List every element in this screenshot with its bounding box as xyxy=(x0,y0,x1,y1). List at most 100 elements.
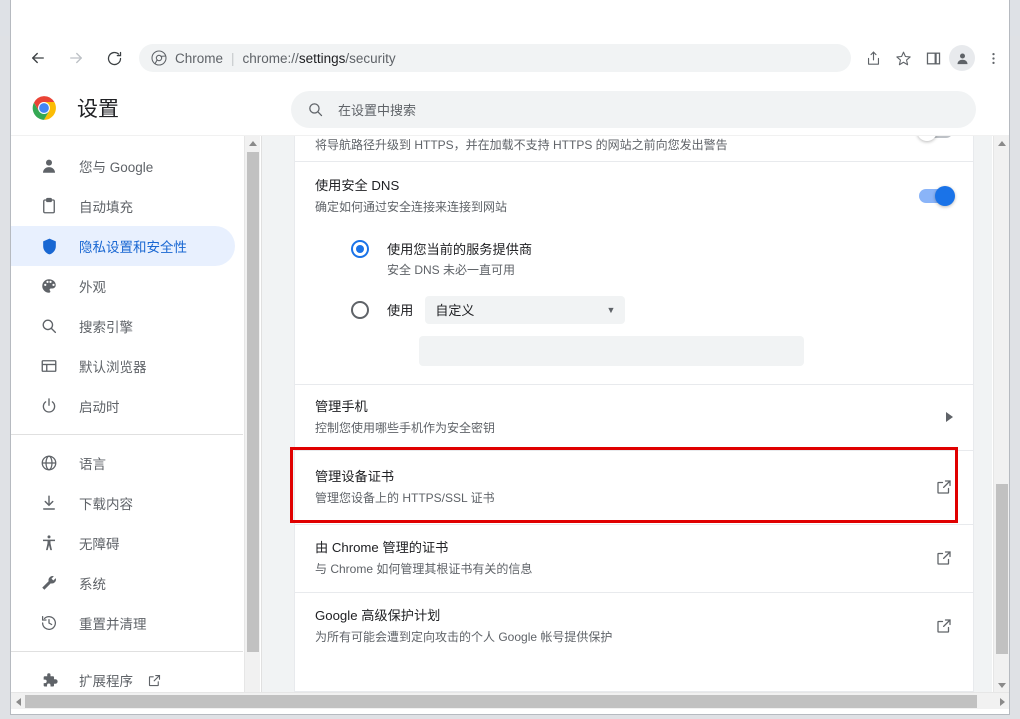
globe-icon xyxy=(39,453,59,473)
download-icon xyxy=(39,493,59,513)
row-text: Google 高级保护计划 为所有可能会遭到定向攻击的个人 Google 帐号提… xyxy=(315,606,919,647)
radio-current-provider[interactable] xyxy=(351,240,369,258)
external-link-icon xyxy=(147,673,162,688)
radio-custom-provider[interactable] xyxy=(351,301,369,319)
page-title: 设置 xyxy=(77,93,119,123)
browser-toolbar: Chrome | chrome://settings/security xyxy=(11,36,1009,80)
sidebar-item-search-engine[interactable]: 搜索引擎 xyxy=(11,306,235,346)
settings-row-manage-device-certificates[interactable]: 管理设备证书 管理您设备上的 HTTPS/SSL 证书 xyxy=(295,451,973,525)
settings-row-manage-phones[interactable]: 管理手机 控制您使用哪些手机作为安全密钥 xyxy=(295,385,973,451)
row-title: 管理手机 xyxy=(315,397,930,417)
url-scheme: chrome:// xyxy=(243,51,299,66)
secure-dns-toggle[interactable] xyxy=(919,189,953,203)
omnibox-divider: | xyxy=(231,51,235,66)
sidebar-item-label: 扩展程序 xyxy=(79,670,133,690)
wrench-icon xyxy=(39,573,59,593)
power-icon xyxy=(39,396,59,416)
row-control xyxy=(919,136,953,138)
person-icon xyxy=(39,156,59,176)
dns-option-current-provider[interactable]: 使用您当前的服务提供商 安全 DNS 未必一直可用 xyxy=(351,229,953,278)
sidebar-item-label: 启动时 xyxy=(79,396,120,416)
scroll-up-arrow-icon[interactable] xyxy=(245,136,261,150)
sidebar-item-label: 无障碍 xyxy=(79,533,120,553)
row-subtitle: 与 Chrome 如何管理其根证书有关的信息 xyxy=(315,560,919,579)
sidebar-item-appearance[interactable]: 外观 xyxy=(11,266,235,306)
row-subtitle: 确定如何通过安全连接来连接到网站 xyxy=(315,198,903,217)
external-link-icon[interactable] xyxy=(935,478,953,496)
row-subtitle: 管理您设备上的 HTTPS/SSL 证书 xyxy=(315,489,919,508)
chrome-logo-icon xyxy=(31,95,57,121)
settings-row-advanced-protection[interactable]: Google 高级保护计划 为所有可能会遭到定向攻击的个人 Google 帐号提… xyxy=(295,593,973,660)
profile-avatar-icon[interactable] xyxy=(949,45,975,71)
more-menu-icon[interactable] xyxy=(979,44,1007,72)
row-title: 管理设备证书 xyxy=(315,467,919,487)
sidebar-item-label: 隐私设置和安全性 xyxy=(79,236,187,256)
sidebar-scrollbar-thumb[interactable] xyxy=(247,152,259,652)
row-text: 管理手机 控制您使用哪些手机作为安全密钥 xyxy=(315,397,930,438)
chevron-right-icon[interactable] xyxy=(946,412,953,422)
search-input[interactable]: 在设置中搜索 xyxy=(291,91,976,128)
sidebar-item-autofill[interactable]: 自动填充 xyxy=(11,186,235,226)
row-text: 由 Chrome 管理的证书 与 Chrome 如何管理其根证书有关的信息 xyxy=(315,538,919,579)
main-scrollbar[interactable] xyxy=(993,136,1009,692)
https-upgrade-toggle[interactable] xyxy=(919,136,953,138)
sidebar-item-accessibility[interactable]: 无障碍 xyxy=(11,523,235,563)
reload-icon[interactable] xyxy=(99,43,129,73)
dns-custom-input[interactable] xyxy=(419,336,804,366)
horizontal-scrollbar-thumb[interactable] xyxy=(25,695,977,708)
sidebar-item-system[interactable]: 系统 xyxy=(11,563,235,603)
row-title: Google 高级保护计划 xyxy=(315,606,919,626)
sidebar-item-label: 语言 xyxy=(79,453,106,473)
horizontal-scrollbar[interactable] xyxy=(11,692,1009,709)
sidebar-item-label: 自动填充 xyxy=(79,196,133,216)
settings-sidebar: 您与 Google 自动填充 隐私设置和安全性 xyxy=(11,136,243,692)
sidebar-item-languages[interactable]: 语言 xyxy=(11,443,235,483)
sidebar-item-label: 外观 xyxy=(79,276,106,296)
settings-row-secure-dns[interactable]: 使用安全 DNS 确定如何通过安全连接来连接到网站 xyxy=(295,162,973,229)
side-panel-icon[interactable] xyxy=(919,44,947,72)
sidebar-item-you-and-google[interactable]: 您与 Google xyxy=(11,146,235,186)
main-scrollbar-thumb[interactable] xyxy=(996,484,1008,654)
row-control xyxy=(919,189,953,203)
settings-row-chrome-managed-certificates[interactable]: 由 Chrome 管理的证书 与 Chrome 如何管理其根证书有关的信息 xyxy=(295,525,973,593)
sidebar-item-extensions[interactable]: 扩展程序 xyxy=(11,660,235,692)
settings-header: 设置 在设置中搜索 xyxy=(11,80,1009,136)
browser-window: 设置 - 安全 xyxy=(0,0,1020,719)
dns-custom-label: 使用 xyxy=(387,300,413,319)
scroll-left-arrow-icon[interactable] xyxy=(11,693,25,710)
browser-window-icon xyxy=(39,356,59,376)
dns-provider-select[interactable]: 自定义 ▼ xyxy=(425,296,625,324)
scroll-down-arrow-icon[interactable] xyxy=(994,678,1009,692)
forward-arrow-icon[interactable] xyxy=(61,43,91,73)
site-label: Chrome xyxy=(175,51,223,66)
row-text: 将导航路径升级到 HTTPS，并在加载不支持 HTTPS 的网站之前向您发出警告 xyxy=(315,136,903,155)
accessibility-icon xyxy=(39,533,59,553)
bookmark-star-icon[interactable] xyxy=(889,44,917,72)
external-link-icon[interactable] xyxy=(935,617,953,635)
row-subtitle: 控制您使用哪些手机作为安全密钥 xyxy=(315,419,930,438)
sidebar-item-default-browser[interactable]: 默认浏览器 xyxy=(11,346,235,386)
sidebar-item-reset-and-cleanup[interactable]: 重置并清理 xyxy=(11,603,235,643)
share-icon[interactable] xyxy=(859,44,887,72)
secure-dns-options: 使用您当前的服务提供商 安全 DNS 未必一直可用 使用 自定义 ▼ xyxy=(295,229,973,384)
sidebar-item-label: 系统 xyxy=(79,573,106,593)
chevron-down-icon: ▼ xyxy=(606,305,615,315)
scroll-right-arrow-icon[interactable] xyxy=(995,693,1009,710)
external-link-icon[interactable] xyxy=(935,549,953,567)
back-arrow-icon[interactable] xyxy=(23,43,53,73)
sidebar-item-label: 重置并清理 xyxy=(79,613,147,633)
dns-option-custom[interactable]: 使用 自定义 ▼ xyxy=(351,278,953,324)
sidebar-item-downloads[interactable]: 下载内容 xyxy=(11,483,235,523)
sidebar-scrollbar[interactable] xyxy=(244,136,260,692)
sidebar-item-label: 搜索引擎 xyxy=(79,316,133,336)
row-title: 由 Chrome 管理的证书 xyxy=(315,538,919,558)
scroll-up-arrow-icon[interactable] xyxy=(994,136,1009,150)
url-host: settings xyxy=(299,51,346,66)
url-path: /security xyxy=(345,51,395,66)
row-subtitle: 为所有可能会遭到定向攻击的个人 Google 帐号提供保护 xyxy=(315,628,919,647)
address-bar[interactable]: Chrome | chrome://settings/security xyxy=(139,44,851,72)
sidebar-item-on-startup[interactable]: 启动时 xyxy=(11,386,235,426)
settings-row-https-upgrade[interactable]: 将导航路径升级到 HTTPS，并在加载不支持 HTTPS 的网站之前向您发出警告 xyxy=(295,136,973,162)
sidebar-item-privacy-and-security[interactable]: 隐私设置和安全性 xyxy=(11,226,235,266)
shield-icon xyxy=(39,236,59,256)
